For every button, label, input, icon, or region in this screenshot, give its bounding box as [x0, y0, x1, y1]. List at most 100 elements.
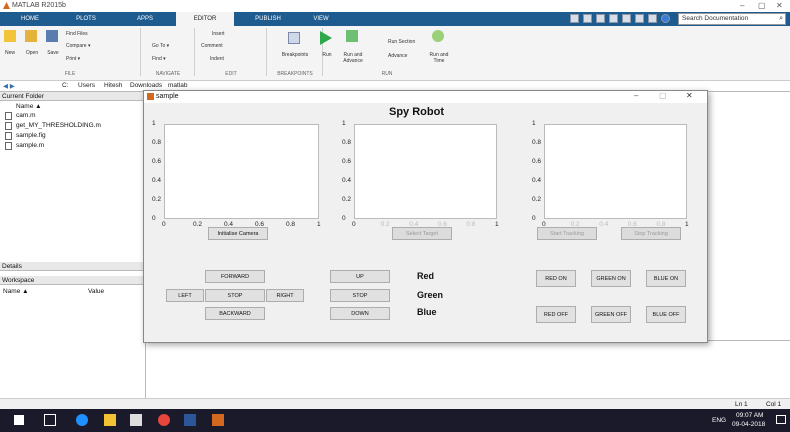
address-segment[interactable]: matlab [168, 82, 188, 89]
stop-tracking-button[interactable]: Stop Tracking [621, 227, 681, 240]
language-indicator[interactable]: ENG [712, 417, 726, 424]
list-item[interactable]: sample.fig [16, 132, 46, 139]
run-section-button[interactable]: Run Section [388, 39, 415, 45]
workspace-value-column[interactable]: Value [88, 288, 104, 295]
find-button[interactable]: Find ▾ [152, 56, 166, 62]
details-header[interactable]: Details [0, 262, 146, 271]
save-all-quick-icon[interactable] [583, 14, 592, 23]
indent-button[interactable]: Indent [210, 56, 224, 62]
run-and-time-icon[interactable] [432, 30, 444, 42]
goto-button[interactable]: Go To ▾ [152, 43, 169, 49]
workspace-name-column[interactable]: Name ▲ [3, 288, 29, 295]
search-documentation-input[interactable]: Search Documentation ⌕ [678, 13, 786, 25]
close-icon[interactable]: ✕ [776, 1, 783, 10]
blue-off-button[interactable]: BLUE OFF [646, 306, 686, 323]
minimize-icon[interactable]: – [740, 1, 744, 10]
group-edit-label: EDIT [225, 71, 237, 77]
list-item[interactable]: sample.m [16, 142, 44, 149]
tab-plots[interactable]: PLOTS [60, 12, 112, 26]
select-target-button[interactable]: Select Target [392, 227, 452, 240]
new-button-label[interactable]: New [0, 50, 20, 56]
open-folder-icon[interactable] [25, 30, 37, 42]
run-button-label[interactable]: Run [319, 52, 335, 58]
address-segment[interactable]: Downloads [130, 82, 162, 89]
open-button-label[interactable]: Open [21, 50, 43, 56]
file-icon [5, 112, 12, 120]
green-off-button[interactable]: GREEN OFF [591, 306, 631, 323]
advance-button[interactable]: Advance [388, 53, 407, 59]
run-and-advance-icon[interactable] [346, 30, 358, 42]
store-icon[interactable] [130, 414, 142, 426]
save-icon[interactable] [46, 30, 58, 42]
chrome-icon[interactable] [158, 414, 170, 426]
x-tick-label: 0.2 [193, 221, 203, 228]
clock-time[interactable]: 09:07 AM [736, 412, 763, 419]
figure-minimize-icon[interactable]: – [634, 91, 638, 100]
copy-quick-icon[interactable] [609, 14, 618, 23]
figure-maximize-icon[interactable]: ▢ [659, 91, 667, 100]
green-on-button[interactable]: GREEN ON [591, 270, 631, 287]
save-quick-icon[interactable] [570, 14, 579, 23]
figure-title-bar: sample – ▢ ✕ [144, 91, 707, 103]
left-button[interactable]: LEFT [166, 289, 204, 302]
forward-button[interactable]: FORWARD [205, 270, 265, 283]
clock-date[interactable]: 09-04-2018 [732, 421, 765, 428]
windows-start-icon[interactable] [14, 415, 24, 425]
run-and-time-label[interactable]: Run and Time [424, 52, 454, 64]
print-button[interactable]: Print ▾ [66, 56, 80, 62]
file-icon [5, 142, 12, 150]
name-column-header[interactable]: Name ▲ [16, 103, 42, 110]
help-icon[interactable] [661, 14, 670, 23]
x-tick-label: 0.8 [466, 221, 476, 228]
up-button[interactable]: UP [330, 270, 390, 283]
figure-close-icon[interactable]: ✕ [686, 91, 693, 100]
tab-home[interactable]: HOME [8, 12, 52, 26]
address-segment[interactable]: C: [62, 82, 69, 89]
new-icon[interactable] [4, 30, 16, 42]
word-icon[interactable] [184, 414, 196, 426]
address-segment[interactable]: Hitesh [104, 82, 122, 89]
redo-quick-icon[interactable] [648, 14, 657, 23]
file-explorer-icon[interactable] [104, 414, 116, 426]
comment-button[interactable]: Comment [201, 43, 223, 49]
command-window[interactable] [146, 340, 790, 398]
maximize-icon[interactable]: ▢ [758, 1, 766, 10]
tab-editor[interactable]: EDITOR [176, 12, 234, 26]
editor-ribbon: New Open Save Find Files Compare ▾ Print… [0, 26, 790, 81]
x-tick-label: 0.2 [570, 221, 580, 228]
find-files-button[interactable]: Find Files [66, 31, 88, 37]
list-item[interactable]: cam.m [16, 112, 36, 119]
stop-move-button[interactable]: STOP [205, 289, 265, 302]
save-button-label[interactable]: Save [42, 50, 64, 56]
breakpoints-button-label[interactable]: Breakpoints [270, 52, 320, 58]
red-on-button[interactable]: RED ON [536, 270, 576, 287]
breakpoints-icon[interactable] [288, 32, 300, 44]
down-button[interactable]: DOWN [330, 307, 390, 320]
run-icon[interactable] [320, 31, 332, 45]
tab-view[interactable]: VIEW [302, 12, 340, 26]
stop-vertical-button[interactable]: STOP [330, 289, 390, 302]
initialise-camera-button[interactable]: Initialise Camera [208, 227, 268, 240]
run-and-advance-label[interactable]: Run and Advance [338, 52, 368, 64]
title-bar: MATLAB R2015b – ▢ ✕ [0, 0, 790, 12]
blue-on-button[interactable]: BLUE ON [646, 270, 686, 287]
compare-button[interactable]: Compare ▾ [66, 43, 90, 49]
tab-apps[interactable]: APPS [120, 12, 170, 26]
right-button[interactable]: RIGHT [266, 289, 304, 302]
edge-icon[interactable] [76, 414, 88, 426]
matlab-task-icon[interactable] [212, 414, 224, 426]
insert-button[interactable]: Insert [212, 31, 225, 37]
red-off-button[interactable]: RED OFF [536, 306, 576, 323]
paste-quick-icon[interactable] [622, 14, 631, 23]
undo-quick-icon[interactable] [635, 14, 644, 23]
list-item[interactable]: get_MY_THRESHOLDING.m [16, 122, 101, 129]
backward-button[interactable]: BACKWARD [205, 307, 265, 320]
address-segment[interactable]: Users [78, 82, 95, 89]
search-icon[interactable]: ⌕ [779, 14, 783, 24]
task-view-icon[interactable] [44, 414, 56, 426]
tab-publish[interactable]: PUBLISH [240, 12, 296, 26]
notifications-icon[interactable] [776, 415, 786, 424]
back-arrow-icon[interactable]: ◀ ▶ [3, 82, 15, 90]
start-tracking-button[interactable]: Start Tracking [537, 227, 597, 240]
cut-quick-icon[interactable] [596, 14, 605, 23]
